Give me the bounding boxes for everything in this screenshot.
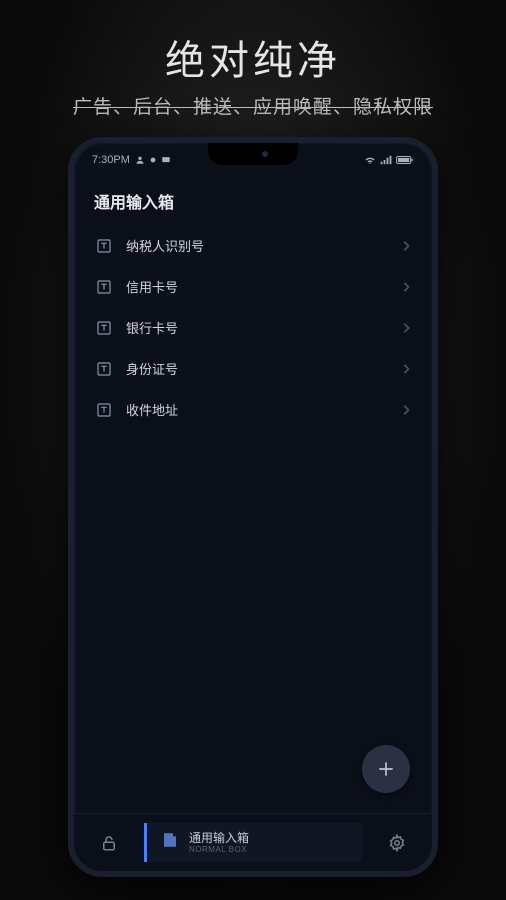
nav-center-subtitle: NORMAL BOX: [189, 845, 249, 855]
screen-content: 通用输入箱 纳税人识别号 信用卡号: [74, 171, 432, 813]
lock-icon: [100, 834, 118, 852]
promo-banner: 绝对纯净 广告、后台、推送、应用唤醒、隐私权限: [73, 28, 433, 119]
promo-subtitle: 广告、后台、推送、应用唤醒、隐私权限: [73, 92, 433, 119]
text-field-icon: [96, 320, 112, 336]
signal-icon: [380, 155, 392, 165]
list-item-bank-card[interactable]: 银行卡号: [92, 307, 414, 348]
lock-button[interactable]: [74, 834, 144, 852]
message-icon: [161, 155, 171, 165]
list-item-tax-id[interactable]: 纳税人识别号: [92, 225, 414, 266]
list-item-label: 信用卡号: [126, 277, 388, 296]
list-item-address[interactable]: 收件地址: [92, 389, 414, 430]
text-field-icon: [96, 402, 112, 418]
person-icon: [135, 155, 145, 165]
phone-notch: [208, 143, 298, 165]
plus-icon: [376, 759, 396, 779]
settings-button[interactable]: [362, 834, 432, 852]
text-field-icon: [96, 238, 112, 254]
gear-icon: [388, 834, 406, 852]
dot-icon: [150, 157, 156, 163]
chevron-right-icon: [402, 281, 410, 293]
text-field-icon: [96, 279, 112, 295]
note-icon: [161, 831, 179, 854]
list-item-label: 纳税人识别号: [126, 236, 388, 255]
list-item-label: 收件地址: [126, 400, 388, 419]
list-item-id-card[interactable]: 身份证号: [92, 348, 414, 389]
promo-title: 绝对纯净: [73, 28, 433, 86]
page-title: 通用输入箱: [94, 189, 412, 213]
nav-center-title: 通用输入箱: [189, 831, 249, 845]
chevron-right-icon: [402, 240, 410, 252]
nav-center-tab[interactable]: 通用输入箱 NORMAL BOX: [144, 823, 362, 863]
text-field-icon: [96, 361, 112, 377]
list-item-label: 银行卡号: [126, 318, 388, 337]
wifi-icon: [364, 155, 376, 165]
phone-frame: 7:30PM 通用输入箱: [68, 137, 438, 877]
add-button[interactable]: [362, 745, 410, 793]
bottom-nav: 通用输入箱 NORMAL BOX: [74, 813, 432, 871]
list-item-label: 身份证号: [126, 359, 388, 378]
chevron-right-icon: [402, 404, 410, 416]
chevron-right-icon: [402, 322, 410, 334]
status-time: 7:30PM: [92, 154, 130, 166]
chevron-right-icon: [402, 363, 410, 375]
list-item-credit-card[interactable]: 信用卡号: [92, 266, 414, 307]
input-list: 纳税人识别号 信用卡号 银行卡号: [92, 225, 414, 430]
battery-icon: [396, 155, 414, 165]
